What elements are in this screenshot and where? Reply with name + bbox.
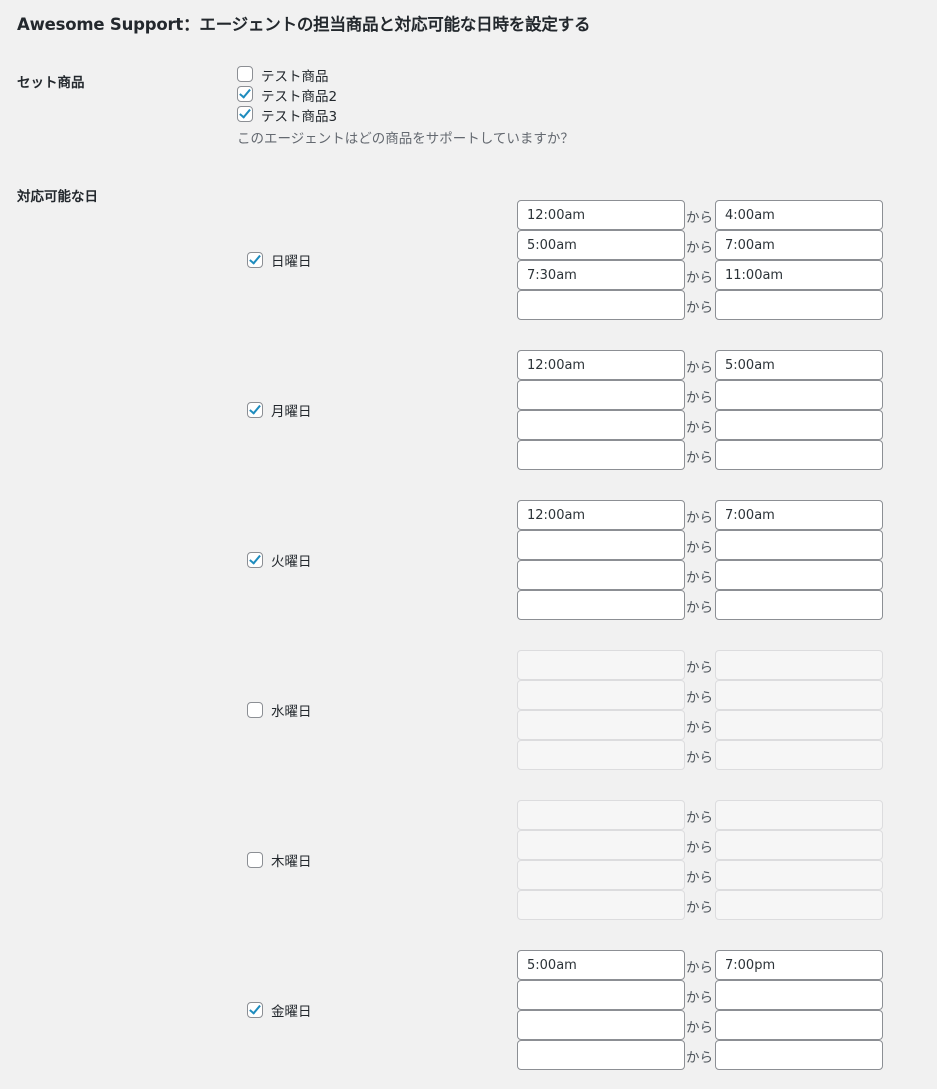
products-section-label: セット商品 xyxy=(17,75,85,91)
time-range-separator: から xyxy=(686,900,713,916)
day-checkbox-sunday[interactable] xyxy=(247,252,263,268)
time-range-separator: から xyxy=(686,1050,713,1066)
time-range-separator: から xyxy=(686,570,713,586)
time-to-input-thursday-1[interactable] xyxy=(715,800,883,830)
time-to-input-thursday-4[interactable] xyxy=(715,890,883,920)
time-from-input-friday-4[interactable] xyxy=(517,1040,685,1070)
time-from-input-tuesday-3[interactable] xyxy=(517,560,685,590)
time-to-input-friday-4[interactable] xyxy=(715,1040,883,1070)
time-to-input-sunday-3[interactable] xyxy=(715,260,883,290)
product-label-1[interactable]: テスト商品 xyxy=(261,65,329,85)
time-to-input-monday-4[interactable] xyxy=(715,440,883,470)
time-to-input-tuesday-1[interactable] xyxy=(715,500,883,530)
time-from-input-thursday-1[interactable] xyxy=(517,800,685,830)
time-to-input-thursday-2[interactable] xyxy=(715,830,883,860)
time-to-input-tuesday-4[interactable] xyxy=(715,590,883,620)
time-to-input-friday-1[interactable] xyxy=(715,950,883,980)
time-to-input-sunday-4[interactable] xyxy=(715,290,883,320)
products-description: このエージェントはどの商品をサポートしていますか？ xyxy=(237,131,574,147)
time-range-separator: から xyxy=(686,660,713,676)
time-from-input-monday-3[interactable] xyxy=(517,410,685,440)
product-checkbox-3[interactable] xyxy=(237,106,253,122)
time-range-separator: から xyxy=(686,600,713,616)
time-to-input-tuesday-2[interactable] xyxy=(715,530,883,560)
time-range-separator: から xyxy=(686,210,713,226)
time-range-separator: から xyxy=(686,840,713,856)
time-from-input-tuesday-4[interactable] xyxy=(517,590,685,620)
time-range-separator: から xyxy=(686,450,713,466)
time-from-input-sunday-4[interactable] xyxy=(517,290,685,320)
day-label-monday[interactable]: 月曜日 xyxy=(271,400,312,420)
time-range-separator: から xyxy=(686,750,713,766)
time-from-input-sunday-3[interactable] xyxy=(517,260,685,290)
day-checkbox-friday[interactable] xyxy=(247,1002,263,1018)
product-checkbox-2[interactable] xyxy=(237,86,253,102)
time-from-input-friday-3[interactable] xyxy=(517,1010,685,1040)
time-range-separator: から xyxy=(686,360,713,376)
day-checkbox-wednesday[interactable] xyxy=(247,702,263,718)
time-to-input-sunday-1[interactable] xyxy=(715,200,883,230)
availability-section-label: 対応可能な日 xyxy=(17,189,98,205)
time-range-separator: から xyxy=(686,810,713,826)
time-range-separator: から xyxy=(686,690,713,706)
time-from-input-monday-1[interactable] xyxy=(517,350,685,380)
time-range-separator: から xyxy=(686,540,713,556)
day-checkbox-tuesday[interactable] xyxy=(247,552,263,568)
time-range-separator: から xyxy=(686,300,713,316)
page-title: Awesome Support：エージェントの担当商品と対応可能な日時を設定する xyxy=(17,15,591,34)
time-from-input-wednesday-1[interactable] xyxy=(517,650,685,680)
time-from-input-monday-2[interactable] xyxy=(517,380,685,410)
time-to-input-friday-2[interactable] xyxy=(715,980,883,1010)
time-from-input-wednesday-2[interactable] xyxy=(517,680,685,710)
time-range-separator: から xyxy=(686,420,713,436)
time-range-separator: から xyxy=(686,270,713,286)
time-from-input-thursday-3[interactable] xyxy=(517,860,685,890)
time-to-input-sunday-2[interactable] xyxy=(715,230,883,260)
product-checkbox-1[interactable] xyxy=(237,66,253,82)
day-checkbox-monday[interactable] xyxy=(247,402,263,418)
time-from-input-thursday-2[interactable] xyxy=(517,830,685,860)
time-range-separator: から xyxy=(686,720,713,736)
day-label-sunday[interactable]: 日曜日 xyxy=(271,250,312,270)
time-to-input-thursday-3[interactable] xyxy=(715,860,883,890)
time-from-input-sunday-2[interactable] xyxy=(517,230,685,260)
time-from-input-thursday-4[interactable] xyxy=(517,890,685,920)
time-to-input-tuesday-3[interactable] xyxy=(715,560,883,590)
time-range-separator: から xyxy=(686,990,713,1006)
time-range-separator: から xyxy=(686,1020,713,1036)
time-from-input-friday-2[interactable] xyxy=(517,980,685,1010)
time-to-input-friday-3[interactable] xyxy=(715,1010,883,1040)
product-label-2[interactable]: テスト商品2 xyxy=(261,85,337,105)
day-label-friday[interactable]: 金曜日 xyxy=(271,1000,312,1020)
day-checkbox-thursday[interactable] xyxy=(247,852,263,868)
time-to-input-wednesday-1[interactable] xyxy=(715,650,883,680)
time-from-input-tuesday-1[interactable] xyxy=(517,500,685,530)
time-to-input-monday-1[interactable] xyxy=(715,350,883,380)
day-label-tuesday[interactable]: 火曜日 xyxy=(271,550,312,570)
time-from-input-tuesday-2[interactable] xyxy=(517,530,685,560)
time-to-input-monday-3[interactable] xyxy=(715,410,883,440)
time-range-separator: から xyxy=(686,960,713,976)
day-label-thursday[interactable]: 木曜日 xyxy=(271,850,312,870)
day-label-wednesday[interactable]: 水曜日 xyxy=(271,700,312,720)
time-from-input-sunday-1[interactable] xyxy=(517,200,685,230)
time-range-separator: から xyxy=(686,240,713,256)
time-to-input-wednesday-2[interactable] xyxy=(715,680,883,710)
time-range-separator: から xyxy=(686,870,713,886)
time-from-input-wednesday-3[interactable] xyxy=(517,710,685,740)
time-from-input-monday-4[interactable] xyxy=(517,440,685,470)
time-to-input-wednesday-3[interactable] xyxy=(715,710,883,740)
time-from-input-friday-1[interactable] xyxy=(517,950,685,980)
time-from-input-wednesday-4[interactable] xyxy=(517,740,685,770)
time-range-separator: から xyxy=(686,390,713,406)
time-to-input-wednesday-4[interactable] xyxy=(715,740,883,770)
product-label-3[interactable]: テスト商品3 xyxy=(261,105,337,125)
time-to-input-monday-2[interactable] xyxy=(715,380,883,410)
time-range-separator: から xyxy=(686,510,713,526)
